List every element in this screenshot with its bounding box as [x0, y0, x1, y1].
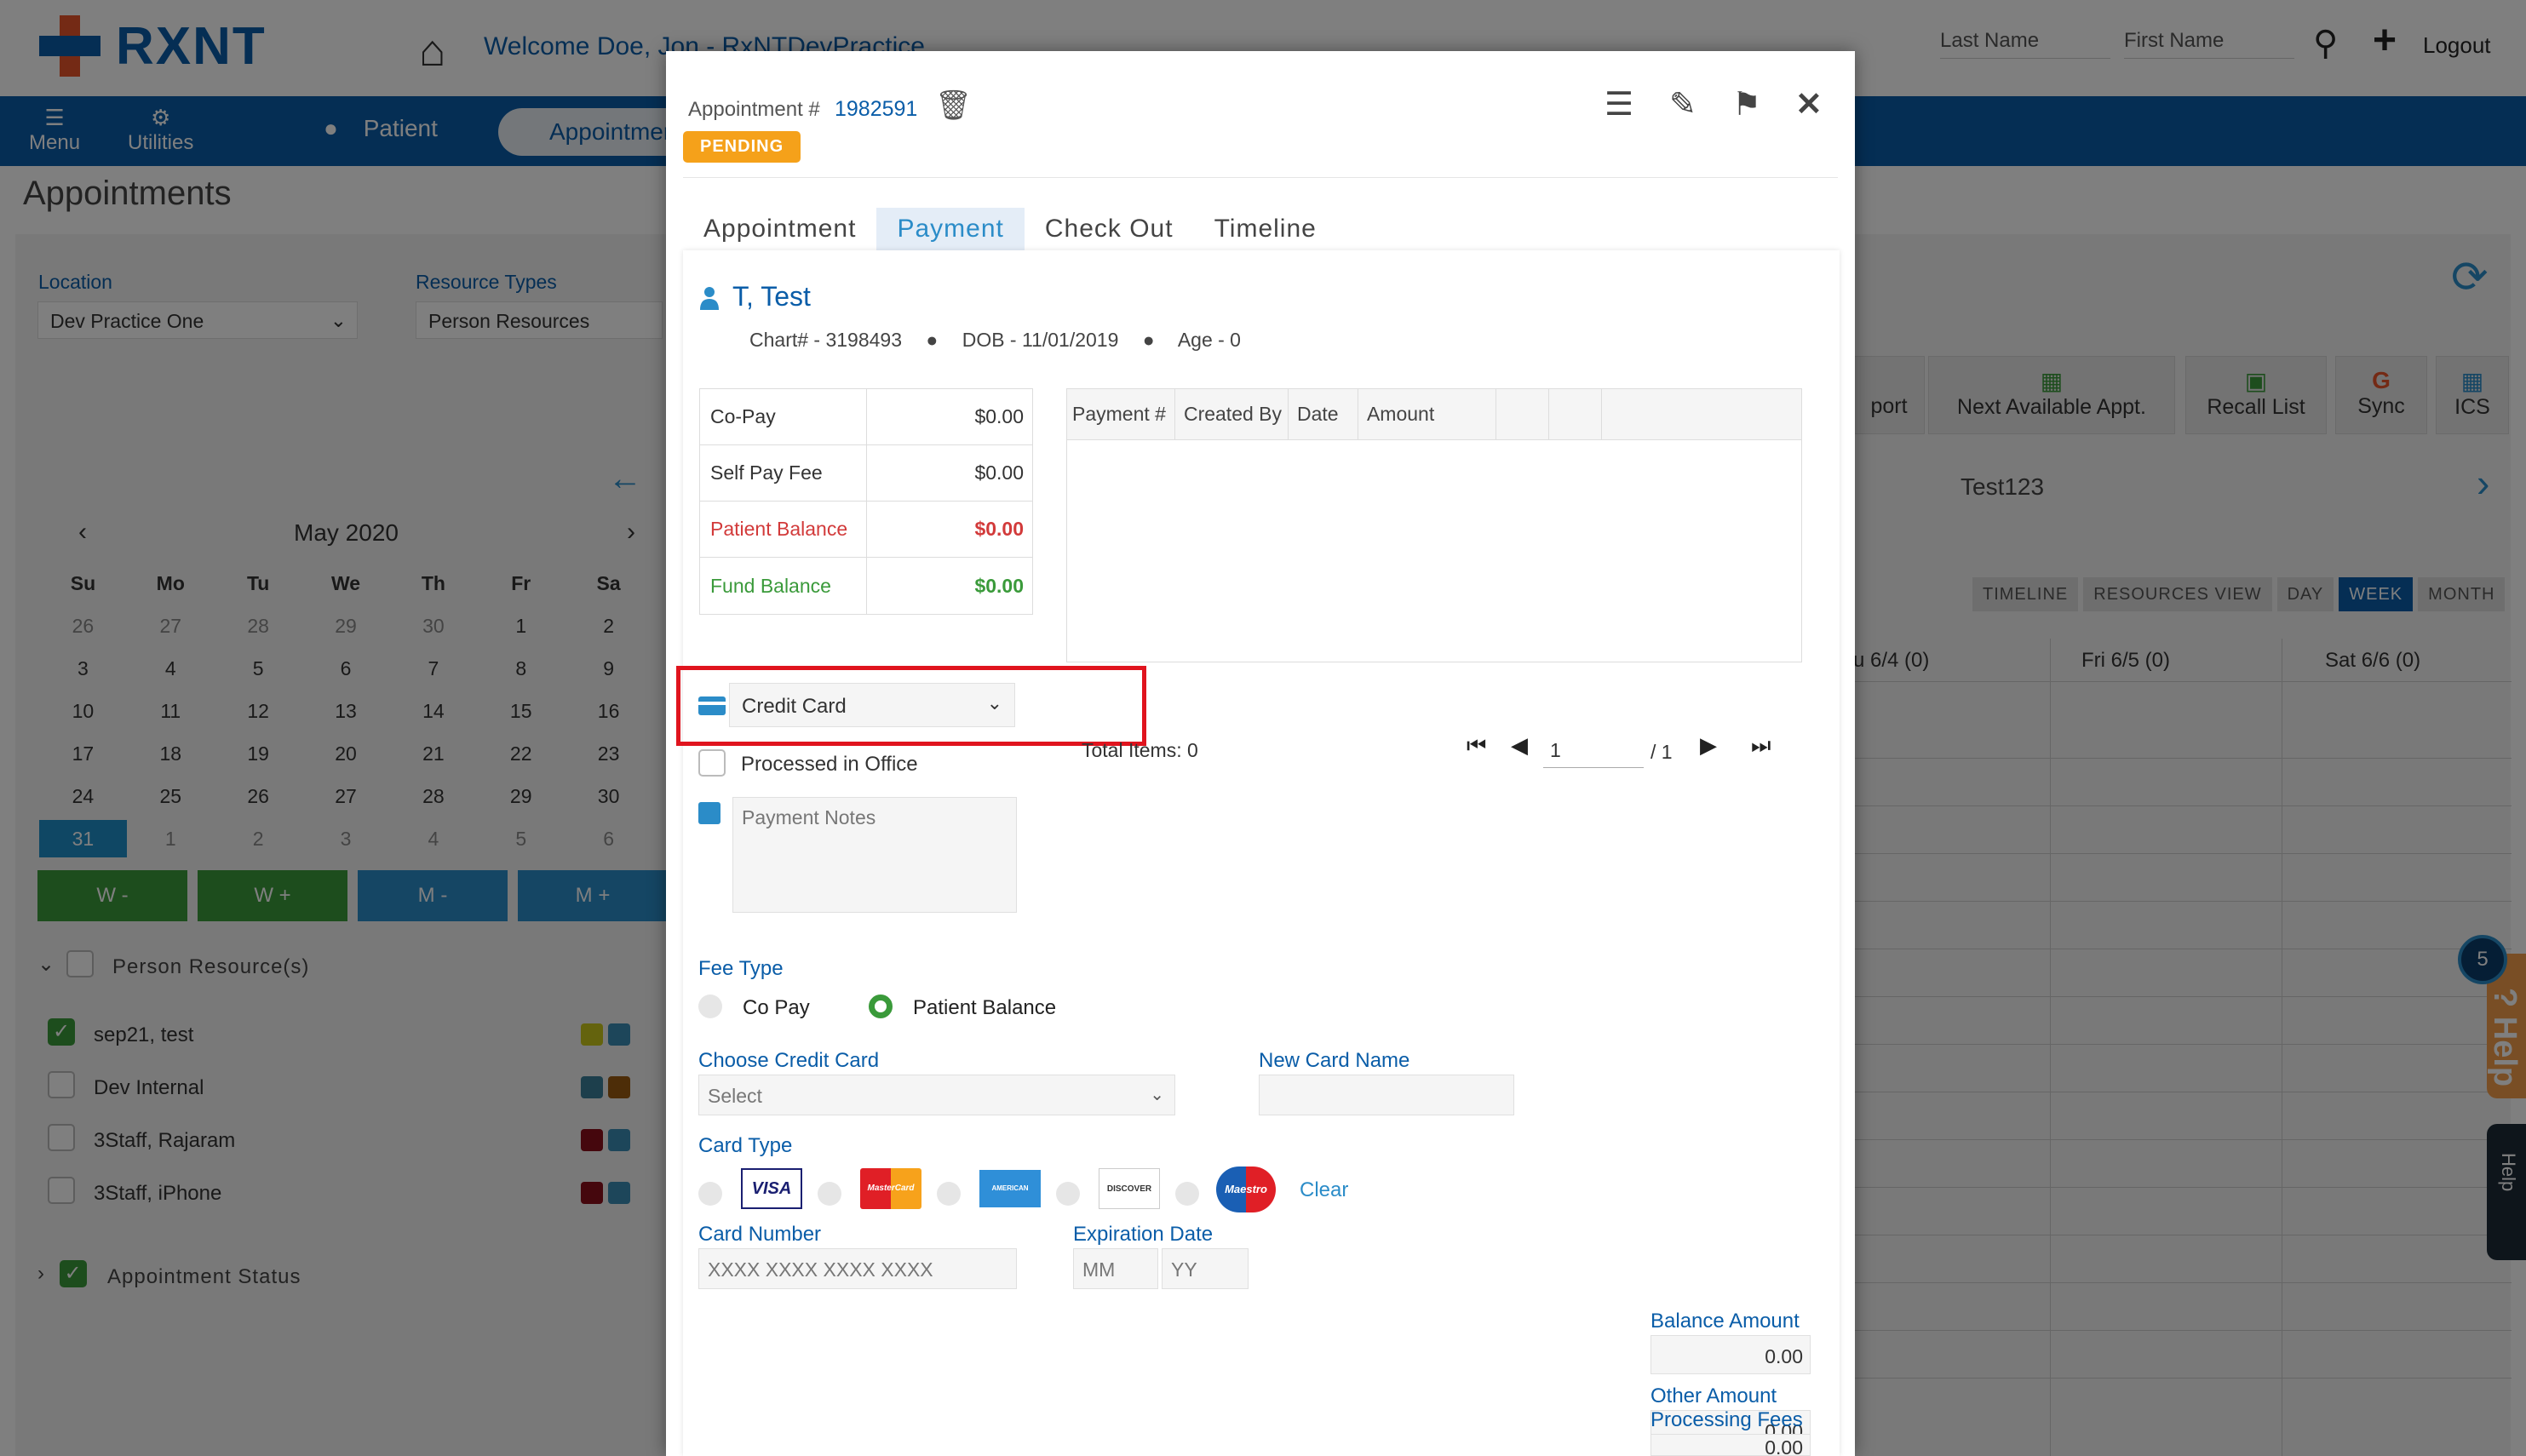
fee-type-copay-radio[interactable] — [698, 995, 722, 1018]
amex-logo: AMERICAN EXPRESS — [979, 1170, 1041, 1230]
patient-name[interactable]: T, Test — [732, 281, 811, 312]
column-header[interactable]: Created By — [1174, 389, 1289, 439]
fund-balance-label: Fund Balance — [700, 558, 867, 614]
copay-value: $0.00 — [974, 405, 1024, 427]
column-header[interactable]: Date — [1289, 389, 1358, 439]
visa-logo: VISA — [741, 1168, 802, 1209]
payments-table: Payment # Created By Date Amount — [1066, 388, 1802, 662]
card-type-label: Card Type — [698, 1134, 793, 1157]
trash-icon[interactable]: 🗑 — [935, 89, 972, 123]
card-type-discover-radio[interactable] — [1056, 1182, 1080, 1206]
card-number-label: Card Number — [698, 1223, 822, 1246]
card-type-maestro-radio[interactable] — [1175, 1182, 1199, 1206]
payment-method-select[interactable]: Credit Card ⌄ — [729, 683, 1015, 727]
fee-type-label: Fee Type — [698, 957, 784, 980]
new-card-name-label: New Card Name — [1259, 1049, 1410, 1072]
processing-fees-input[interactable]: 0.00 — [1651, 1434, 1811, 1456]
balance-amount-label: Balance Amount — [1651, 1310, 1800, 1333]
appointment-number[interactable]: 1982591 — [835, 97, 917, 122]
column-header[interactable]: Payment # — [1067, 389, 1174, 439]
tab-appointment[interactable]: Appointment — [683, 208, 876, 250]
card-type-amex-radio[interactable] — [937, 1182, 961, 1206]
user-icon — [700, 287, 719, 310]
mastercard-logo: MasterCard — [860, 1168, 921, 1209]
new-card-name-input[interactable] — [1259, 1075, 1514, 1115]
fee-type-patient-balance-radio[interactable] — [869, 995, 893, 1018]
modal-tabs: Appointment Payment Check Out Timeline — [683, 208, 1337, 250]
choose-credit-card-value: Select — [708, 1085, 762, 1107]
self-pay-fee-value: $0.00 — [974, 461, 1024, 484]
patient-balance-value: $0.00 — [974, 518, 1024, 540]
bullet: ● — [926, 329, 939, 351]
page-count: / 1 — [1651, 741, 1673, 763]
modal-header: Appointment # 1982591 🗑 PENDING ☰ ✎ ⚑ ✕ — [666, 51, 1855, 179]
next-page-icon[interactable]: ▶ — [1700, 732, 1717, 759]
payment-panel: T, Test Chart# - 3198493 ● DOB - 11/01/2… — [676, 250, 1840, 1456]
map-icon[interactable]: ⚑ — [1732, 85, 1761, 123]
expiration-year-input[interactable]: YY — [1162, 1248, 1249, 1289]
patient-dob: DOB - 11/01/2019 — [962, 329, 1119, 351]
tab-payment[interactable]: Payment — [876, 208, 1025, 250]
patient-age: Age - 0 — [1177, 329, 1241, 351]
clear-card-type-link[interactable]: Clear — [1300, 1178, 1348, 1202]
payment-notes-input[interactable]: Payment Notes — [732, 797, 1017, 913]
pencil-icon[interactable]: ✎ — [1669, 85, 1696, 123]
balance-summary: Co-Pay $0.00 Self Pay Fee $0.00 Patient … — [699, 388, 1033, 615]
self-pay-fee-row: Self Pay Fee $0.00 — [700, 445, 1032, 502]
patient-meta: Chart# - 3198493 ● DOB - 11/01/2019 ● Ag… — [749, 329, 1241, 352]
page-number-input[interactable]: 1 — [1543, 732, 1644, 768]
fund-balance-value: $0.00 — [974, 574, 1024, 597]
patient-balance-label: Patient Balance — [700, 502, 867, 557]
fee-type-patient-balance-label: Patient Balance — [913, 996, 1057, 1019]
processing-fees-label: Processing Fees — [1651, 1408, 1803, 1431]
chevron-down-icon: ⌄ — [1150, 1086, 1164, 1104]
other-amount-label: Other Amount — [1651, 1384, 1777, 1407]
tab-timeline[interactable]: Timeline — [1194, 208, 1337, 250]
credit-card-icon — [698, 696, 726, 715]
self-pay-fee-label: Self Pay Fee — [700, 445, 867, 501]
payment-method-value: Credit Card — [742, 695, 847, 718]
header-divider — [683, 177, 1838, 178]
total-items: Total Items: 0 — [1082, 739, 1198, 761]
bullet: ● — [1142, 329, 1155, 351]
expiration-date-label: Expiration Date — [1073, 1223, 1214, 1246]
card-type-mastercard-radio[interactable] — [818, 1182, 841, 1206]
close-icon[interactable]: ✕ — [1795, 85, 1823, 123]
copay-label: Co-Pay — [700, 389, 867, 444]
patient-chart: Chart# - 3198493 — [749, 329, 903, 351]
tab-check-out[interactable]: Check Out — [1025, 208, 1194, 250]
fund-balance-row: Fund Balance $0.00 — [700, 558, 1032, 614]
payments-table-header: Payment # Created By Date Amount — [1067, 389, 1801, 440]
copay-row: Co-Pay $0.00 — [700, 389, 1032, 445]
maestro-logo: Maestro — [1216, 1167, 1276, 1212]
fee-type-copay-label: Co Pay — [743, 996, 810, 1019]
hierarchy-icon[interactable]: ☰ — [1605, 85, 1633, 123]
processed-in-office-checkbox[interactable] — [698, 749, 726, 777]
discover-logo: DISCOVER — [1099, 1168, 1160, 1209]
balance-amount-input[interactable]: 0.00 — [1651, 1335, 1811, 1374]
column-header[interactable]: Amount — [1358, 389, 1496, 439]
column-header — [1549, 389, 1602, 439]
appointment-modal: Appointment # 1982591 🗑 PENDING ☰ ✎ ⚑ ✕ … — [666, 51, 1855, 1456]
choose-credit-card-label: Choose Credit Card — [698, 1049, 880, 1072]
column-header — [1496, 389, 1549, 439]
chevron-down-icon: ⌄ — [986, 692, 1002, 714]
processed-in-office-label: Processed in Office — [741, 753, 918, 776]
choose-credit-card-select[interactable]: Select ⌄ — [698, 1075, 1175, 1115]
patient-balance-row: Patient Balance $0.00 — [700, 502, 1032, 558]
note-icon — [698, 802, 720, 824]
appointment-number-label: Appointment # — [688, 98, 820, 121]
card-type-visa-radio[interactable] — [698, 1182, 722, 1206]
card-number-input[interactable]: XXXX XXXX XXXX XXXX — [698, 1248, 1017, 1289]
expiration-month-input[interactable]: MM — [1073, 1248, 1158, 1289]
prev-page-icon[interactable]: ◀ — [1511, 732, 1528, 759]
last-page-icon[interactable]: ⏭ — [1751, 732, 1771, 760]
status-badge: PENDING — [683, 131, 801, 163]
first-page-icon[interactable]: ⏮ — [1467, 732, 1486, 760]
